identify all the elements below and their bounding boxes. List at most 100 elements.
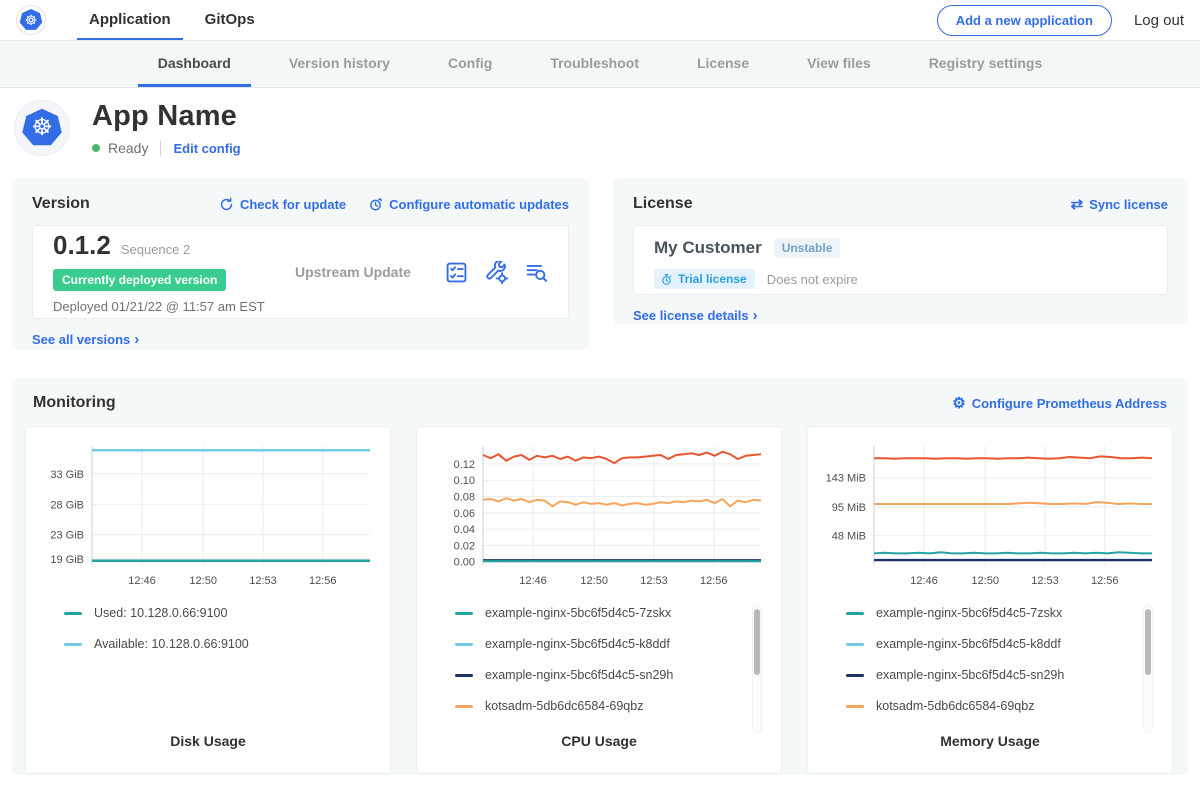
scrollbar-thumb[interactable]	[754, 609, 760, 675]
cpu-usage-legend: example-nginx-5bc6f5d4c5-7zskx example-ng…	[455, 606, 781, 730]
legend-swatch	[455, 705, 473, 708]
preflight-checks-icon[interactable]	[445, 261, 468, 284]
memory-usage-chart: 143 MiB95 MiB48 MiB12:4612:5012:5312:56	[820, 439, 1160, 596]
edit-config-link[interactable]: Edit config	[173, 141, 240, 156]
license-type-label: Trial license	[678, 272, 747, 286]
version-card: Version Check for update Configure autom…	[12, 178, 589, 350]
topnav-tab-gitops[interactable]: GitOps	[193, 0, 267, 40]
chevron-right-icon: ›	[753, 308, 758, 323]
app-sub-nav: Dashboard Version history Config Trouble…	[0, 41, 1200, 88]
svg-text:0.06: 0.06	[454, 508, 475, 520]
legend-item: example-nginx-5bc6f5d4c5-sn29h	[846, 668, 1172, 682]
svg-text:12:56: 12:56	[700, 575, 728, 587]
legend-item: Available: 10.128.0.66:9100	[64, 637, 390, 651]
disk-usage-chart: 33 GiB28 GiB23 GiB19 GiB12:4612:5012:531…	[38, 439, 378, 596]
sync-license-label: Sync license	[1089, 197, 1168, 212]
configure-prometheus-label: Configure Prometheus Address	[972, 396, 1167, 411]
license-type-badge: Trial license	[654, 269, 755, 289]
chevron-right-icon: ›	[134, 332, 139, 347]
memory-usage-legend: example-nginx-5bc6f5d4c5-7zskx example-ng…	[846, 606, 1172, 730]
tab-registry-settings[interactable]: Registry settings	[909, 41, 1063, 87]
legend-label: kotsadm-5db6dc6584-69qbz	[485, 699, 643, 713]
svg-text:12:56: 12:56	[1091, 575, 1119, 587]
app-logo[interactable]: ☸	[16, 0, 46, 40]
svg-text:12:53: 12:53	[640, 575, 668, 587]
cpu-usage-chart-card: 0.120.100.080.060.040.020.0012:4612:5012…	[416, 426, 782, 774]
sync-icon: ⇄	[1071, 197, 1084, 212]
tab-version-history[interactable]: Version history	[269, 41, 410, 87]
deployed-status-badge: Currently deployed version	[53, 269, 226, 291]
tab-license[interactable]: License	[677, 41, 769, 87]
svg-text:0.04: 0.04	[454, 524, 475, 536]
svg-text:12:53: 12:53	[1031, 575, 1059, 587]
configure-automatic-updates-link[interactable]: Configure automatic updates	[368, 197, 569, 212]
check-for-update-label: Check for update	[240, 197, 346, 212]
page-title: App Name	[92, 100, 241, 133]
see-license-details-link[interactable]: See license details ›	[633, 308, 758, 323]
svg-text:28 GiB: 28 GiB	[50, 499, 84, 511]
legend-item: example-nginx-5bc6f5d4c5-sn29h	[455, 668, 781, 682]
svg-text:12:50: 12:50	[971, 575, 999, 587]
legend-item: kotsadm-5db6dc6584-69qbz	[846, 699, 1172, 713]
refresh-icon	[219, 197, 234, 212]
svg-text:0.10: 0.10	[454, 475, 475, 487]
schedule-icon	[368, 197, 383, 212]
edit-config-icon[interactable]	[485, 261, 508, 284]
legend-scrollbar[interactable]	[1143, 605, 1153, 733]
monitoring-section: Monitoring ⚙ Configure Prometheus Addres…	[12, 378, 1188, 775]
version-source-label: Upstream Update	[295, 264, 411, 280]
legend-item: example-nginx-5bc6f5d4c5-k8ddf	[455, 637, 781, 651]
legend-label: example-nginx-5bc6f5d4c5-sn29h	[876, 668, 1064, 682]
tab-config[interactable]: Config	[428, 41, 512, 87]
legend-label: example-nginx-5bc6f5d4c5-sn29h	[485, 668, 673, 682]
topnav-tab-application[interactable]: Application	[77, 0, 183, 40]
svg-text:33 GiB: 33 GiB	[50, 469, 84, 481]
monitoring-title: Monitoring	[33, 394, 116, 412]
sync-license-link[interactable]: ⇄ Sync license	[1071, 197, 1168, 212]
add-new-application-button[interactable]: Add a new application	[937, 5, 1112, 36]
see-all-versions-link[interactable]: See all versions ›	[32, 332, 139, 347]
svg-text:0.02: 0.02	[454, 540, 475, 552]
legend-label: example-nginx-5bc6f5d4c5-7zskx	[876, 606, 1062, 620]
legend-item: kotsadm-5db6dc6584-69qbz	[455, 699, 781, 713]
see-all-versions-label: See all versions	[32, 332, 130, 347]
configure-prometheus-link[interactable]: ⚙ Configure Prometheus Address	[952, 396, 1167, 411]
deploy-logs-icon[interactable]	[525, 261, 548, 284]
legend-swatch	[64, 612, 82, 615]
legend-label: example-nginx-5bc6f5d4c5-7zskx	[485, 606, 671, 620]
svg-text:0.00: 0.00	[454, 557, 475, 569]
memory-usage-chart-card: 143 MiB95 MiB48 MiB12:4612:5012:5312:56 …	[807, 426, 1173, 774]
tab-troubleshoot[interactable]: Troubleshoot	[530, 41, 659, 87]
svg-text:143 MiB: 143 MiB	[826, 473, 866, 485]
check-for-update-link[interactable]: Check for update	[219, 197, 346, 212]
legend-scrollbar[interactable]	[752, 605, 762, 733]
tab-view-files[interactable]: View files	[787, 41, 891, 87]
memory-usage-title: Memory Usage	[808, 733, 1172, 773]
svg-text:95 MiB: 95 MiB	[832, 502, 866, 514]
deployed-timestamp: Deployed 01/21/22 @ 11:57 am EST	[53, 299, 283, 314]
see-license-details-label: See license details	[633, 308, 749, 323]
gear-icon: ⚙	[952, 396, 965, 411]
channel-badge: Unstable	[774, 238, 841, 258]
legend-label: example-nginx-5bc6f5d4c5-k8ddf	[485, 637, 670, 651]
divider	[160, 141, 161, 156]
license-expiry: Does not expire	[767, 272, 858, 287]
svg-text:12:46: 12:46	[910, 575, 938, 587]
legend-label: kotsadm-5db6dc6584-69qbz	[876, 699, 1034, 713]
license-summary-row: My Customer Unstable Trial license Does …	[633, 225, 1168, 295]
cpu-usage-chart: 0.120.100.080.060.040.020.0012:4612:5012…	[429, 439, 769, 596]
svg-text:19 GiB: 19 GiB	[50, 554, 84, 566]
legend-swatch	[455, 643, 473, 646]
legend-item: Used: 10.128.0.66:9100	[64, 606, 390, 620]
kubernetes-logo-icon: ☸	[16, 5, 46, 35]
scrollbar-thumb[interactable]	[1145, 609, 1151, 675]
version-card-title: Version	[32, 195, 90, 213]
current-version-row: 0.1.2 Sequence 2 Currently deployed vers…	[32, 225, 569, 319]
status-dot	[92, 144, 100, 152]
license-card: License ⇄ Sync license My Customer Unsta…	[613, 178, 1188, 324]
svg-text:12:50: 12:50	[580, 575, 608, 587]
logout-button[interactable]: Log out	[1134, 12, 1184, 29]
tab-dashboard[interactable]: Dashboard	[138, 41, 251, 87]
svg-text:12:53: 12:53	[249, 575, 277, 587]
svg-text:0.12: 0.12	[454, 459, 475, 471]
